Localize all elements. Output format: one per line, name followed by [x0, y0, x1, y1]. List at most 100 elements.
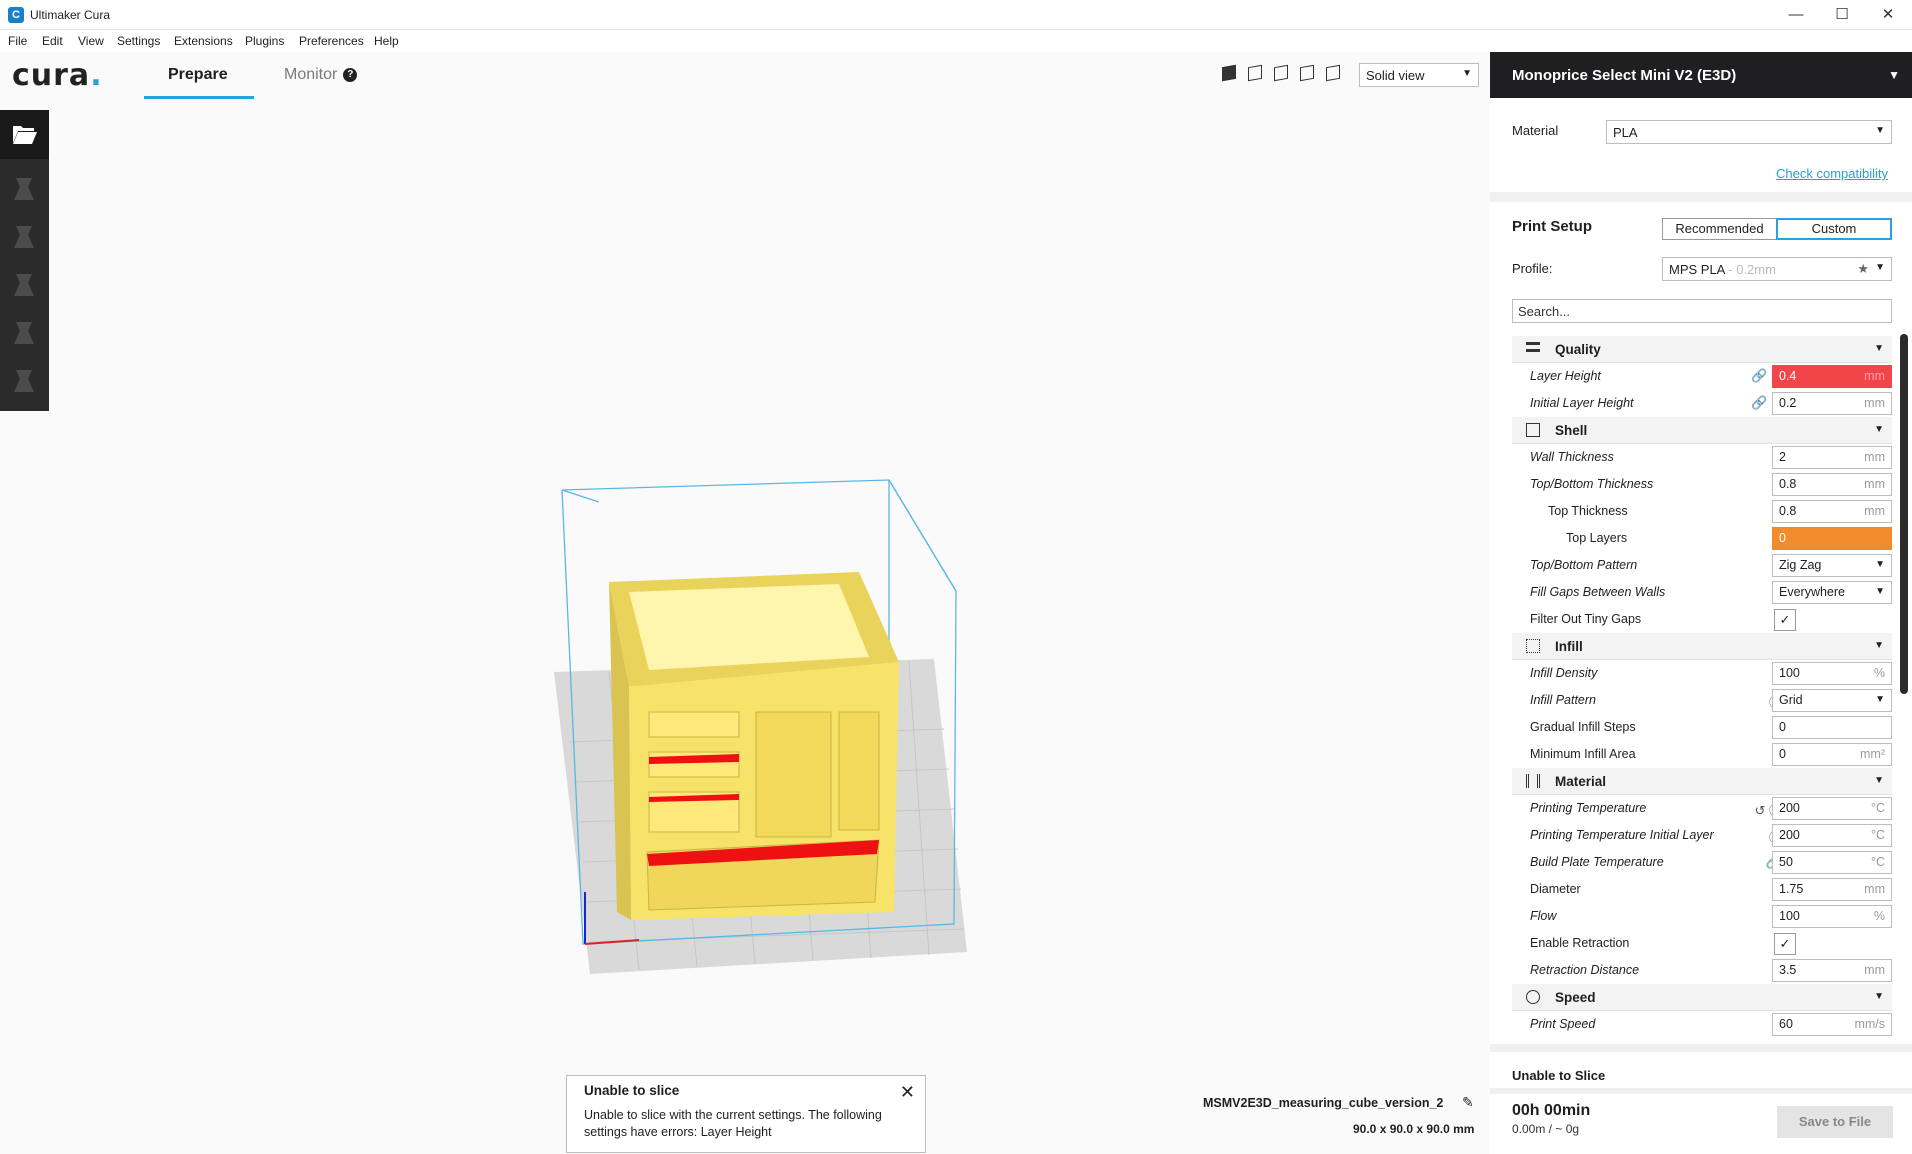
setting-topbottom-pattern: Top/Bottom Pattern Zig Zag ▼: [1512, 552, 1892, 579]
maximize-button[interactable]: ☐: [1822, 4, 1862, 28]
printer-selector[interactable]: Monoprice Select Mini V2 (E3D) ▼: [1490, 52, 1912, 98]
retraction-distance-input[interactable]: 3.5 mm: [1772, 959, 1892, 982]
rotate-tool-button[interactable]: [14, 274, 34, 298]
measuring-cube-model[interactable]: [609, 572, 899, 920]
cura-app-icon: C: [8, 7, 24, 23]
tab-prepare[interactable]: Prepare: [168, 66, 228, 84]
settings-search-input[interactable]: Search...: [1512, 299, 1892, 323]
minimize-button[interactable]: —: [1776, 4, 1816, 28]
top-view-icon[interactable]: [1274, 64, 1288, 82]
print-temp-initial-input[interactable]: 200 °C: [1772, 824, 1892, 847]
menu-edit[interactable]: Edit: [42, 34, 63, 48]
infill-pattern-select[interactable]: Grid ▼: [1772, 689, 1892, 712]
job-name: MSMV2E3D_measuring_cube_version_2: [1203, 1096, 1444, 1110]
gradual-infill-input[interactable]: 0: [1772, 716, 1892, 739]
menu-file[interactable]: File: [8, 34, 27, 48]
material-label: Material: [1512, 123, 1559, 138]
diameter-input[interactable]: 1.75 mm: [1772, 878, 1892, 901]
chevron-down-icon: ▼: [1875, 262, 1885, 273]
toast-body: Unable to slice with the current setting…: [584, 1108, 882, 1139]
top-layers-input[interactable]: 0: [1772, 527, 1892, 550]
material-select[interactable]: PLA ▼: [1606, 120, 1892, 144]
right-view-icon[interactable]: [1326, 64, 1340, 82]
setting-print-temp: Printing Temperature↺ ⓘ200°C: [1512, 795, 1892, 822]
setting-print-speed: Print Speed 60 mm/s: [1512, 1011, 1892, 1038]
category-infill[interactable]: Infill ▼: [1512, 633, 1892, 660]
flow-input[interactable]: 100%: [1772, 905, 1892, 928]
check-compatibility-link[interactable]: Check compatibility: [1776, 166, 1888, 181]
reset-icon[interactable]: ↺: [1754, 803, 1765, 818]
settings-scrollbar[interactable]: [1900, 334, 1908, 694]
menu-help[interactable]: Help: [374, 34, 399, 48]
infill-density-input[interactable]: 100%: [1772, 662, 1892, 685]
view-mode-select[interactable]: Solid view ▼: [1359, 63, 1479, 87]
per-model-settings-button[interactable]: [14, 370, 34, 394]
folder-open-icon: [13, 126, 37, 144]
topbottom-pattern-select[interactable]: Zig Zag ▼: [1772, 554, 1892, 577]
mirror-tool-button[interactable]: [14, 322, 34, 346]
close-window-button[interactable]: ✕: [1868, 4, 1908, 28]
category-material[interactable]: Material ▼: [1512, 768, 1892, 795]
initial-layer-height-input[interactable]: 0.2 mm: [1772, 392, 1892, 415]
infill-icon: [1526, 639, 1540, 653]
menu-extensions[interactable]: Extensions: [174, 34, 233, 48]
chevron-down-icon: ▼: [1462, 68, 1472, 79]
category-quality[interactable]: Quality ▼: [1512, 336, 1892, 363]
profile-select[interactable]: MPS PLA - 0.2mm ★ ▼: [1662, 257, 1892, 281]
setting-initial-layer-height: Initial Layer Height🔗 ↺0.2mm: [1512, 390, 1892, 417]
chevron-down-icon: ▼: [1888, 68, 1900, 82]
section-divider: [1490, 1088, 1912, 1094]
print-speed-input[interactable]: 60 mm/s: [1772, 1013, 1892, 1036]
top-thickness-input[interactable]: 0.8 mm: [1772, 500, 1892, 523]
recommended-mode-button[interactable]: Recommended: [1662, 218, 1777, 240]
menu-view[interactable]: View: [78, 34, 104, 48]
setting-topbottom-thickness: Top/Bottom Thickness 0.8 mm: [1512, 471, 1892, 498]
speed-icon: [1526, 990, 1540, 1004]
fill-gaps-select[interactable]: Everywhere ▼: [1772, 581, 1892, 604]
link-icon: 🔗: [1751, 395, 1768, 410]
menu-settings[interactable]: Settings: [117, 34, 160, 48]
chevron-down-icon: ▼: [1874, 424, 1884, 435]
setting-diameter: Diameter 1.75 mm: [1512, 876, 1892, 903]
3d-viewport[interactable]: [49, 102, 1490, 1154]
title-bar: C Ultimaker Cura — ☐ ✕: [0, 0, 1912, 30]
close-icon[interactable]: ✕: [900, 1082, 915, 1103]
open-file-button[interactable]: [0, 110, 49, 159]
bed-temp-input[interactable]: 50 °C: [1772, 851, 1892, 874]
setting-fill-gaps: Fill Gaps Between Walls↺Everywhere▼: [1512, 579, 1892, 606]
topbottom-thickness-input[interactable]: 0.8 mm: [1772, 473, 1892, 496]
3d-view-icon[interactable]: [1222, 64, 1236, 82]
filter-tiny-gaps-checkbox[interactable]: ✓: [1774, 609, 1796, 631]
save-to-file-button[interactable]: Save to File: [1777, 1106, 1893, 1138]
slice-status: Unable to Slice: [1512, 1068, 1606, 1083]
chevron-down-icon: ▼: [1874, 775, 1884, 786]
edit-name-icon[interactable]: ✎: [1462, 1094, 1474, 1111]
active-tab-indicator: [144, 96, 254, 99]
scale-tool-button[interactable]: [14, 226, 34, 250]
print-temp-input[interactable]: 200 °C: [1772, 797, 1892, 820]
chevron-down-icon: ▼: [1875, 125, 1885, 136]
wall-thickness-input[interactable]: 2 mm: [1772, 446, 1892, 469]
front-view-icon[interactable]: [1248, 64, 1262, 82]
enable-retraction-checkbox[interactable]: ✓: [1774, 933, 1796, 955]
move-tool-button[interactable]: [14, 178, 34, 202]
category-shell[interactable]: Shell ▼: [1512, 417, 1892, 444]
star-icon[interactable]: ★: [1857, 261, 1869, 277]
min-infill-area-input[interactable]: 0 mm²: [1772, 743, 1892, 766]
setting-infill-density: Infill Density↺100%: [1512, 660, 1892, 687]
menu-preferences[interactable]: Preferences: [299, 34, 364, 48]
left-view-icon[interactable]: [1300, 64, 1314, 82]
model-dimensions: 90.0 x 90.0 x 90.0 mm: [1353, 1122, 1475, 1136]
setting-enable-retraction: Enable Retraction ✓: [1512, 930, 1892, 957]
layer-height-input[interactable]: 0.4 mm: [1772, 365, 1892, 388]
tab-monitor[interactable]: Monitor?: [284, 66, 358, 84]
menu-plugins[interactable]: Plugins: [245, 34, 284, 48]
setting-bed-temp: Build Plate Temperature🔗50°C: [1512, 849, 1892, 876]
material-usage: 0.00m / ~ 0g: [1512, 1122, 1580, 1136]
help-icon[interactable]: ?: [343, 68, 358, 82]
custom-mode-button[interactable]: Custom: [1776, 218, 1892, 240]
profile-label: Profile:: [1512, 261, 1553, 276]
setting-print-temp-initial: Printing Temperature Initial Layerⓘ200°C: [1512, 822, 1892, 849]
window-title: Ultimaker Cura: [30, 8, 111, 22]
category-speed[interactable]: Speed ▼: [1512, 984, 1892, 1011]
